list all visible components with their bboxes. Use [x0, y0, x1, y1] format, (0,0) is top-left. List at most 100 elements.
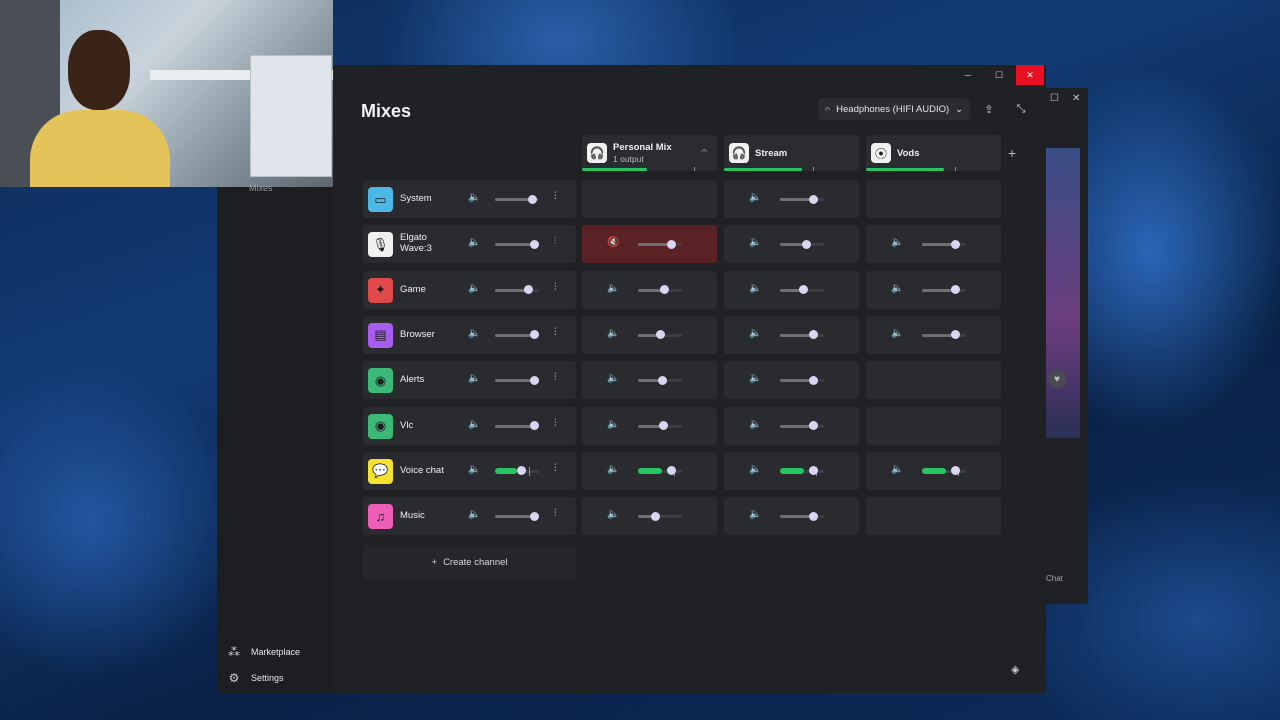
- mix-header-stream[interactable]: 🎧 Stream: [724, 135, 859, 171]
- maximize-icon[interactable]: ☐: [1050, 93, 1059, 104]
- volume-slider[interactable]: [495, 330, 540, 340]
- volume-icon[interactable]: 🔈: [468, 509, 480, 520]
- volume-slider[interactable]: [495, 421, 540, 430]
- volume-icon[interactable]: 🔈: [891, 237, 903, 248]
- slider-knob[interactable]: [808, 375, 818, 385]
- mix-cell[interactable]: 🔈: [724, 270, 859, 309]
- mix-header-personal[interactable]: 🎧 Personal Mix 1 output 𝄐: [582, 135, 717, 171]
- volume-slider[interactable]: [780, 375, 824, 385]
- volume-slider[interactable]: [780, 421, 824, 430]
- waveform-icon[interactable]: ⫶: [554, 236, 557, 247]
- volume-icon[interactable]: 🔈: [468, 464, 480, 475]
- volume-icon[interactable]: 🔈: [749, 509, 761, 520]
- sidebar-item-marketplace[interactable]: ⁂ Marketplace: [227, 645, 300, 659]
- slider-knob[interactable]: [798, 285, 808, 295]
- volume-slider[interactable]: [638, 421, 682, 430]
- volume-slider[interactable]: [638, 375, 682, 385]
- slider-knob[interactable]: [523, 285, 533, 295]
- mix-cell[interactable]: 🔈: [582, 315, 717, 354]
- layers-button[interactable]: ◈: [1011, 663, 1019, 676]
- channel-cell[interactable]: ▭ System 🔈 ⫶: [363, 180, 576, 218]
- sidebar-item-mixes[interactable]: Mixes: [249, 183, 273, 193]
- channel-cell[interactable]: ♫ Music 🔈 ⫶: [363, 497, 576, 536]
- volume-slider[interactable]: [495, 375, 540, 385]
- volume-icon[interactable]: 🔈: [607, 464, 619, 475]
- mix-cell[interactable]: 🔈: [866, 451, 1001, 490]
- slider-knob[interactable]: [659, 421, 669, 430]
- volume-slider[interactable]: [922, 330, 966, 340]
- slider-knob[interactable]: [651, 511, 661, 521]
- mix-header-vods[interactable]: ⦿ Vods: [866, 135, 1001, 171]
- volume-slider[interactable]: [922, 239, 966, 249]
- slider-knob[interactable]: [655, 330, 665, 340]
- slider-knob[interactable]: [530, 330, 540, 340]
- minimize-button[interactable]: ─: [954, 65, 982, 85]
- slider-knob[interactable]: [801, 239, 811, 249]
- slider-knob[interactable]: [950, 285, 960, 295]
- volume-icon[interactable]: 🔈: [607, 419, 619, 430]
- volume-slider[interactable]: [495, 466, 539, 476]
- slider-knob[interactable]: [659, 285, 669, 295]
- slider-knob[interactable]: [808, 330, 818, 340]
- maximize-button[interactable]: ☐: [985, 65, 1013, 85]
- slider-knob[interactable]: [530, 511, 540, 521]
- add-mix-button[interactable]: +: [1008, 145, 1016, 161]
- slider-knob[interactable]: [530, 239, 540, 249]
- volume-icon[interactable]: 🔈: [468, 419, 480, 430]
- slider-knob[interactable]: [657, 375, 667, 385]
- volume-icon[interactable]: 🔈: [749, 419, 761, 430]
- volume-slider[interactable]: [780, 285, 824, 295]
- volume-icon[interactable]: 🔈: [607, 328, 619, 339]
- volume-icon[interactable]: 🔈: [749, 237, 761, 248]
- mix-cell[interactable]: 🔈: [724, 315, 859, 354]
- channel-cell[interactable]: ◉ Alerts 🔈 ⫶: [363, 361, 576, 400]
- volume-slider[interactable]: [638, 466, 682, 476]
- mix-cell[interactable]: 🔈: [724, 361, 859, 400]
- slider-knob[interactable]: [808, 421, 818, 430]
- sidebar-item-settings[interactable]: ⚙ Settings: [227, 671, 284, 685]
- volume-icon[interactable]: 🔈: [468, 373, 480, 384]
- volume-slider[interactable]: [780, 511, 824, 521]
- slider-knob[interactable]: [950, 330, 960, 340]
- waveform-icon[interactable]: ⫶: [554, 508, 557, 519]
- volume-icon[interactable]: 🔈: [749, 464, 761, 475]
- waveform-icon[interactable]: ⫶: [554, 327, 557, 338]
- volume-icon[interactable]: 🔈: [749, 283, 761, 294]
- volume-icon[interactable]: 🔈: [891, 328, 903, 339]
- volume-slider[interactable]: [638, 330, 682, 340]
- mix-cell[interactable]: 🔈: [866, 270, 1001, 309]
- heart-icon[interactable]: ♥: [1048, 370, 1066, 388]
- slider-knob[interactable]: [530, 375, 540, 385]
- volume-slider[interactable]: [780, 330, 824, 340]
- mix-cell[interactable]: 🔇: [582, 225, 717, 264]
- volume-icon[interactable]: 🔈: [749, 373, 761, 384]
- create-channel-button[interactable]: + Create channel: [363, 545, 576, 579]
- slider-knob[interactable]: [808, 466, 818, 476]
- volume-icon[interactable]: 🔈: [468, 328, 480, 339]
- slider-knob[interactable]: [666, 239, 676, 249]
- volume-icon[interactable]: 🔈: [468, 192, 480, 203]
- slider-knob[interactable]: [666, 466, 676, 476]
- volume-slider[interactable]: [638, 511, 682, 521]
- volume-slider[interactable]: [780, 466, 824, 476]
- output-device-selector[interactable]: 𝄐 Headphones (HIFI AUDIO) ⌄: [818, 98, 970, 120]
- volume-slider[interactable]: [638, 285, 682, 295]
- volume-slider[interactable]: [922, 466, 966, 476]
- mix-cell[interactable]: 🔈: [582, 270, 717, 309]
- channel-cell[interactable]: 💬 Voice chat 🔈 ⫶: [363, 451, 576, 490]
- channel-cell[interactable]: ▤ Browser 🔈 ⫶: [363, 315, 576, 354]
- slider-knob[interactable]: [808, 194, 818, 204]
- volume-slider[interactable]: [495, 285, 539, 295]
- close-icon[interactable]: ✕: [1072, 93, 1080, 104]
- channel-cell[interactable]: ◉ Vlc 🔈 ⫶: [363, 406, 576, 445]
- mix-cell[interactable]: 🔈: [866, 225, 1001, 264]
- mix-cell[interactable]: 🔈: [724, 406, 859, 445]
- slider-knob[interactable]: [950, 466, 960, 476]
- mix-cell[interactable]: 🔈: [724, 451, 859, 490]
- volume-slider[interactable]: [780, 239, 824, 249]
- volume-slider[interactable]: [638, 239, 682, 249]
- volume-icon[interactable]: 🔈: [749, 192, 761, 203]
- mix-cell[interactable]: 🔈: [582, 451, 717, 490]
- volume-icon[interactable]: 🔈: [607, 373, 619, 384]
- volume-icon[interactable]: 🔈: [891, 464, 903, 475]
